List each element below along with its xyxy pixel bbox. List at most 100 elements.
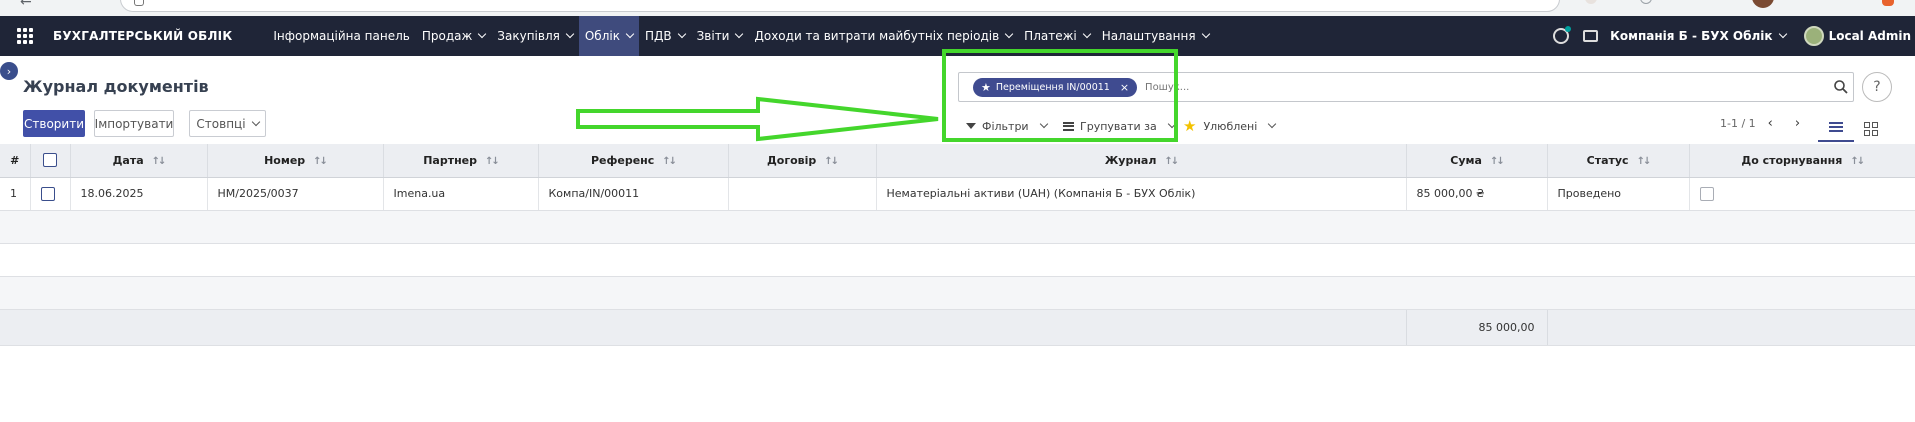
user-avatar [1803, 26, 1824, 46]
column-header-amount[interactable]: Сума ↑↓ [1406, 144, 1548, 178]
column-header-journal[interactable]: Журнал ↑↓ [876, 144, 1407, 178]
empty-row [0, 210, 1915, 244]
cell-contract[interactable] [728, 177, 877, 211]
sort-icon: ↑↓ [1489, 155, 1505, 167]
total-amount: 85 000,00 [1405, 309, 1548, 346]
checkbox[interactable] [40, 186, 55, 201]
totals-row: 85 000,00 [0, 309, 1915, 346]
favorites-label: Улюблені [1203, 119, 1258, 133]
menu-accounting[interactable]: Облік [578, 16, 639, 56]
menu-label: Інформаційна панель [273, 29, 410, 43]
cell-reference[interactable]: Компа/IN/00011 [538, 177, 729, 211]
column-header-partner[interactable]: Партнер ↑↓ [383, 144, 539, 178]
extension-icon[interactable] [1640, 0, 1652, 4]
chevron-left-icon[interactable]: ‹ [1768, 116, 1773, 131]
kanban-view-button[interactable] [1864, 122, 1878, 136]
sort-icon: ↑↓ [824, 155, 839, 167]
checkbox[interactable] [43, 153, 57, 168]
sort-icon: ↑↓ [662, 155, 677, 167]
sort-icon: ↑↓ [313, 155, 328, 167]
empty-row [0, 276, 1915, 310]
site-info-icon[interactable] [134, 0, 144, 6]
menu-reports[interactable]: Звіти [691, 16, 749, 56]
table-row[interactable]: 1 18.06.2025 НМ/2025/0037 Imena.ua Компа… [0, 177, 1915, 211]
sort-icon: ↑↓ [151, 155, 167, 167]
app-brand[interactable]: БУХГАЛТЕРСЬКИЙ ОБЛІК [53, 29, 232, 43]
menu-label: Звіти [696, 29, 730, 43]
empty-row [0, 243, 1915, 277]
sort-icon: ↑↓ [1164, 155, 1179, 167]
extension-icon[interactable] [1585, 0, 1597, 4]
chevron-down-icon [625, 29, 635, 39]
cell-journal[interactable]: Нематеріальні активи (UAH) (Компанія Б -… [876, 177, 1407, 211]
column-header-contract[interactable]: Договір ↑↓ [728, 144, 877, 178]
apps-grid-icon [17, 28, 33, 44]
cell-partner[interactable]: Imena.ua [383, 177, 539, 211]
import-button[interactable]: Імпортувати [94, 110, 174, 137]
activity-clock-icon[interactable] [1553, 26, 1572, 44]
column-header-reference[interactable]: Референс ↑↓ [538, 144, 729, 178]
table-header-row: # Дата ↑↓ Номер ↑↓ Партнер ↑↓ Референс ↑↓ До… [0, 144, 1915, 178]
chevron-down-icon [735, 29, 744, 39]
sidebar-toggle-icon[interactable]: › [0, 62, 18, 80]
menu-sales[interactable]: Продаж [416, 16, 491, 56]
column-header-date[interactable]: Дата ↑↓ [70, 144, 208, 178]
column-header-to-reverse[interactable]: До сторнування ↑↓ [1689, 144, 1915, 178]
search-input[interactable] [1145, 81, 1746, 93]
page-title: Журнал документів [23, 77, 209, 96]
cell-amount[interactable]: 85 000,00 ₴ [1406, 177, 1548, 211]
column-header-status[interactable]: Статус ↑↓ [1547, 144, 1690, 178]
sort-icon: ↑↓ [1636, 155, 1652, 167]
select-all-checkbox[interactable] [30, 144, 71, 178]
create-button[interactable]: Створити [23, 110, 85, 137]
list-view-button[interactable] [1818, 114, 1854, 142]
favorites-toggle[interactable]: ★ Улюблені [1183, 116, 1277, 136]
sort-icon: ↑↓ [1850, 155, 1865, 167]
apps-menu-button[interactable] [0, 16, 50, 56]
cell-date[interactable]: 18.06.2025 [70, 177, 208, 211]
chevron-down-icon [677, 29, 686, 39]
chevron-down-icon [565, 29, 575, 39]
cell-number[interactable]: НМ/2025/0037 [207, 177, 384, 211]
menu-purchase[interactable]: Закупівля [491, 16, 579, 56]
help-button[interactable]: ? [1862, 72, 1892, 102]
menu-label: Налаштування [1101, 29, 1196, 43]
company-name: Компанія Б - БУХ Облік [1610, 29, 1773, 43]
cell-status[interactable]: Проведено [1547, 177, 1690, 211]
back-arrow-icon[interactable]: ← [20, 0, 32, 10]
pager-value[interactable]: 1-1 / 1 [1720, 117, 1756, 130]
profile-avatar-icon[interactable] [1752, 0, 1774, 8]
column-header-index: # [0, 144, 31, 178]
sort-icon: ↑↓ [485, 155, 500, 167]
annotation-arrow-icon [576, 96, 939, 142]
chevron-down-icon [1268, 119, 1277, 129]
address-bar[interactable] [120, 0, 1560, 12]
row-select-checkbox[interactable] [30, 177, 71, 211]
menu-label: Облік [584, 29, 620, 43]
columns-label: Стовпці [196, 116, 246, 131]
chevron-down-icon [251, 117, 260, 126]
journal-table: # Дата ↑↓ Номер ↑↓ Партнер ↑↓ Референс ↑↓ До… [0, 144, 1915, 346]
extension-icon[interactable] [1882, 0, 1894, 6]
star-icon: ★ [1183, 117, 1197, 135]
chevron-down-icon [1082, 29, 1091, 39]
menu-label: Доходи та витрати майбутніх періодів [754, 29, 1000, 43]
user-menu[interactable]: Local Admin [1803, 26, 1911, 46]
browser-toolbar: ← [0, 0, 1915, 16]
to-reverse-checkbox[interactable] [1699, 186, 1714, 201]
search-icon[interactable] [1833, 79, 1849, 95]
company-switcher[interactable]: Компанія Б - БУХ Облік [1610, 29, 1787, 43]
row-index: 1 [0, 177, 31, 211]
cell-to-reverse[interactable] [1689, 177, 1915, 211]
columns-button[interactable]: Стовпці [189, 110, 266, 137]
menu-dashboard[interactable]: Інформаційна панель [267, 16, 416, 56]
chevron-down-icon [1201, 29, 1210, 39]
chat-icon[interactable] [1583, 30, 1599, 42]
chevron-right-icon[interactable]: › [1795, 116, 1800, 131]
menu-vat[interactable]: ПДВ [639, 16, 691, 56]
column-header-number[interactable]: Номер ↑↓ [207, 144, 384, 178]
menu-label: Платежі [1024, 29, 1077, 43]
user-name: Local Admin [1828, 29, 1911, 43]
menu-label: Закупівля [497, 29, 560, 43]
highlight-box [942, 49, 1178, 142]
